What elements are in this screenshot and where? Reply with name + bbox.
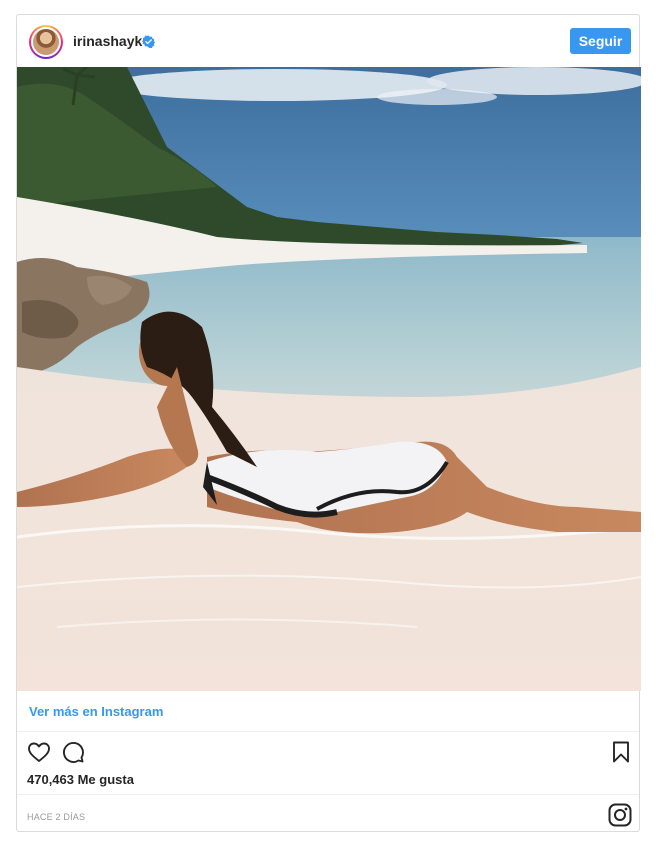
heart-icon[interactable]: [27, 740, 51, 764]
follow-button[interactable]: Seguir: [570, 28, 631, 54]
beach-photo-illustration: [17, 67, 641, 691]
instagram-logo-icon[interactable]: [608, 803, 632, 827]
comment-icon[interactable]: [61, 740, 85, 764]
divider: [17, 731, 639, 732]
avatar[interactable]: [29, 25, 63, 59]
avatar-image: [33, 29, 59, 55]
avatar-frame: [31, 27, 61, 57]
bookmark-icon[interactable]: [611, 741, 631, 763]
divider: [17, 794, 639, 795]
post-header: irinashayk Seguir: [17, 15, 639, 67]
view-more-link[interactable]: Ver más en Instagram: [29, 704, 163, 719]
instagram-embed-card: irinashayk Seguir Ver más en Instagram 4…: [16, 14, 641, 832]
verified-badge-icon: [142, 35, 155, 48]
likes-count[interactable]: 470,463 Me gusta: [27, 772, 134, 787]
post-photo[interactable]: [17, 67, 641, 691]
post-timestamp: HACE 2 DÍAS: [27, 812, 86, 822]
username-link[interactable]: irinashayk: [73, 33, 142, 49]
